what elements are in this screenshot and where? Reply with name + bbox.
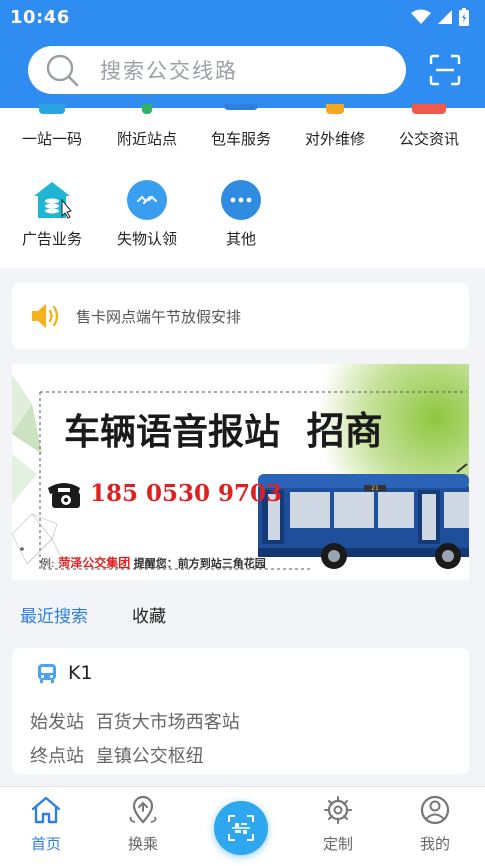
service-label: 包车服务 bbox=[210, 130, 271, 148]
scan-code-button[interactable] bbox=[214, 801, 268, 855]
signal-icon bbox=[438, 10, 452, 24]
nav-profile[interactable]: 我的 bbox=[395, 795, 475, 854]
route-start-label: 始发站 bbox=[30, 712, 84, 733]
news-icon bbox=[412, 104, 446, 114]
service-label: 失物认领 bbox=[116, 230, 177, 248]
speaker-icon bbox=[32, 304, 59, 328]
service-label: 一站一码 bbox=[21, 130, 82, 148]
route-card[interactable]: K1 始发站 百货大市场西客站 终点站 皇镇公交枢纽 bbox=[12, 648, 469, 774]
service-label: 对外维修 bbox=[304, 130, 365, 148]
nav-label: 首页 bbox=[30, 835, 61, 853]
tab-recent-search[interactable]: 最近搜索 bbox=[20, 602, 88, 627]
custom-icon bbox=[324, 796, 352, 824]
service-label: 公交资讯 bbox=[398, 130, 459, 148]
service-label: 广告业务 bbox=[21, 230, 82, 248]
ad-banner[interactable]: 21 车辆语音报站 招商 185 0530 9703 例: 菏泽公交集团 提醒您… bbox=[12, 364, 469, 580]
service-row-2: 广告业务 失物认领 其他 bbox=[0, 180, 485, 260]
transfer-icon bbox=[129, 795, 157, 824]
battery-icon bbox=[459, 8, 469, 26]
banner-example-company: 菏泽公交集团 bbox=[58, 556, 131, 570]
banner-example-prefix: 例: bbox=[40, 557, 55, 570]
nav-home[interactable]: 首页 bbox=[6, 795, 86, 854]
service-repair[interactable]: 对外维修 bbox=[287, 104, 383, 149]
bottom-nav: 首页 换乘 定制 我的 bbox=[0, 786, 485, 866]
banner-headline-emphasis: 招商 bbox=[306, 408, 383, 453]
app-header: 10:46 搜索公交线路 bbox=[0, 0, 485, 108]
route-start-station: 百货大市场西客站 bbox=[95, 712, 240, 733]
route-title: K1 bbox=[36, 662, 93, 684]
banner-example: 例: 菏泽公交集团 提醒您：前方到站三角花园 bbox=[40, 554, 266, 571]
search-input[interactable]: 搜索公交线路 bbox=[28, 46, 406, 94]
status-time: 10:46 bbox=[10, 6, 70, 28]
wifi-icon bbox=[411, 9, 431, 24]
route-name: K1 bbox=[68, 662, 93, 684]
home-icon bbox=[31, 796, 61, 824]
service-grid: 一站一码 附近站点 包车服务 对外维修 公交资讯 广告业务 失物认领 其他 bbox=[0, 104, 485, 268]
route-start: 始发站 百货大市场西客站 bbox=[30, 708, 240, 734]
service-charter[interactable]: 包车服务 bbox=[193, 104, 289, 149]
service-label: 附近站点 bbox=[116, 130, 177, 148]
banner-phone: 185 0530 9703 bbox=[90, 480, 283, 507]
bus-icon bbox=[38, 664, 56, 683]
tab-favorites[interactable]: 收藏 bbox=[132, 602, 166, 627]
search-row: 搜索公交线路 bbox=[28, 46, 471, 94]
service-advertising[interactable]: 广告业务 bbox=[4, 180, 100, 249]
bus-route-tag: 21 bbox=[371, 485, 379, 492]
banner-example-text: 提醒您：前方到站三角花园 bbox=[133, 557, 266, 570]
qrcode-icon bbox=[39, 104, 65, 114]
lost-found-icon bbox=[127, 180, 167, 220]
route-end-station: 皇镇公交枢纽 bbox=[95, 746, 204, 767]
scan-icon[interactable] bbox=[429, 54, 461, 86]
service-nearby-stations[interactable]: 附近站点 bbox=[99, 104, 195, 149]
banner-headline: 车辆语音报站 招商 bbox=[64, 400, 383, 455]
notice-text: 售卡网点端午节放假安排 bbox=[76, 307, 242, 326]
route-end-label: 终点站 bbox=[30, 746, 84, 767]
notice-bar[interactable]: 售卡网点端午节放假安排 bbox=[12, 283, 469, 349]
bus-illustration: 21 bbox=[258, 463, 469, 569]
service-label: 其他 bbox=[225, 230, 256, 248]
nav-transfer[interactable]: 换乘 bbox=[103, 795, 183, 854]
banner-artwork: 21 bbox=[12, 364, 469, 580]
phone-icon bbox=[48, 483, 80, 508]
search-tabs: 最近搜索 收藏 bbox=[20, 602, 166, 627]
search-icon bbox=[46, 54, 79, 87]
advertising-icon bbox=[34, 182, 72, 219]
nearby-icon bbox=[142, 104, 152, 114]
status-bar: 10:46 bbox=[0, 0, 485, 34]
service-row-1: 一站一码 附近站点 包车服务 对外维修 公交资讯 bbox=[0, 104, 485, 168]
nav-label: 我的 bbox=[419, 835, 450, 853]
scan-code-icon bbox=[228, 815, 254, 841]
status-icons bbox=[411, 8, 469, 26]
nav-label: 换乘 bbox=[127, 835, 158, 853]
more-icon bbox=[221, 180, 261, 220]
banner-headline-text: 车辆语音报站 bbox=[64, 411, 281, 453]
nav-custom[interactable]: 定制 bbox=[298, 795, 378, 854]
service-lost-found[interactable]: 失物认领 bbox=[99, 180, 195, 249]
charter-bus-icon bbox=[224, 104, 258, 110]
route-end: 终点站 皇镇公交枢纽 bbox=[30, 742, 204, 768]
repair-icon bbox=[326, 104, 344, 114]
service-news[interactable]: 公交资讯 bbox=[381, 104, 477, 149]
search-placeholder: 搜索公交线路 bbox=[100, 59, 238, 83]
nav-label: 定制 bbox=[322, 835, 353, 853]
profile-icon bbox=[420, 795, 450, 825]
service-qrcode[interactable]: 一站一码 bbox=[4, 104, 100, 149]
service-other[interactable]: 其他 bbox=[193, 180, 289, 249]
